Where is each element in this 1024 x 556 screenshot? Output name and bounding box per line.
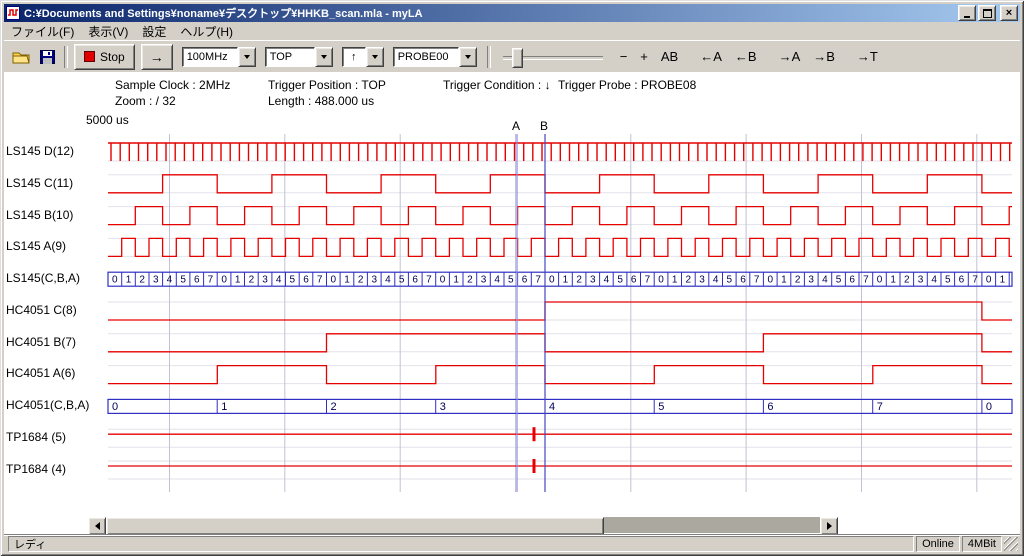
statusbar: レディ Online 4MBit: [4, 534, 1020, 553]
cursor-b-label: B: [540, 119, 548, 133]
open-folder-icon: [12, 50, 30, 64]
run-arrow-icon: →: [150, 49, 164, 65]
trigger-position-arrow[interactable]: [315, 47, 333, 67]
stop-button[interactable]: Stop: [74, 44, 135, 70]
channel-label-tp1684-4: TP1684 (4): [6, 462, 106, 478]
scroll-right-button[interactable]: [820, 517, 838, 535]
probe-select-arrow[interactable]: [459, 47, 477, 67]
toolbar-separator: [64, 46, 68, 68]
trigger-position-value: TOP: [265, 47, 315, 67]
stop-icon: [84, 51, 95, 62]
app-icon: [6, 6, 20, 20]
trigger-edge-select[interactable]: ↑: [342, 47, 384, 67]
length-text: Length : 488.000 us: [268, 94, 374, 108]
zoom-ab-button[interactable]: AB: [656, 47, 683, 66]
menu-file[interactable]: ファイル(F): [4, 22, 81, 41]
maximize-icon: [983, 9, 992, 18]
trigger-edge-value: ↑: [342, 47, 366, 67]
minimize-button[interactable]: [958, 5, 976, 21]
chevron-down-icon: [372, 55, 378, 59]
status-online: Online: [916, 536, 960, 552]
minimize-icon: [964, 16, 970, 18]
probe-select-value: PROBE00: [393, 47, 459, 67]
probe-select[interactable]: PROBE00: [393, 47, 477, 67]
menu-help[interactable]: ヘルプ(H): [173, 22, 240, 41]
close-icon: ×: [1006, 8, 1012, 18]
chevron-down-icon: [321, 55, 327, 59]
trigger-edge-arrow[interactable]: [366, 47, 384, 67]
clock-select-value: 100MHz: [182, 47, 238, 67]
app-window: C:¥Documents and Settings¥noname¥デスクトップ¥…: [0, 0, 1024, 556]
horizontal-scrollbar[interactable]: [88, 517, 838, 533]
channel-label-tp1684-5: TP1684 (5): [6, 430, 106, 446]
scrollbar-track[interactable]: [604, 517, 820, 533]
jump-left-b-button[interactable]: ←B: [730, 47, 762, 66]
jump-trigger-button[interactable]: →T: [852, 47, 883, 66]
channel-label-ls145-bus: LS145(C,B,A): [6, 271, 106, 287]
sample-clock-text: Sample Clock : 2MHz: [115, 78, 230, 92]
time-div-label: 5000 us: [86, 113, 129, 127]
jump-right-b-button[interactable]: →B: [808, 47, 840, 66]
zoom-slider[interactable]: [503, 46, 603, 68]
cursor-a-label: A: [512, 119, 520, 133]
channel-label-ls145-c11: LS145 C(11): [6, 176, 106, 192]
save-button[interactable]: [34, 45, 60, 69]
channel-label-hc4051-bus: HC4051(C,B,A): [6, 398, 106, 414]
toolbar-separator: [487, 46, 491, 68]
run-button[interactable]: →: [141, 44, 173, 70]
zoom-text: Zoom : / 32: [115, 94, 176, 108]
save-floppy-icon: [40, 50, 55, 64]
clock-select-arrow[interactable]: [238, 47, 256, 67]
close-button[interactable]: ×: [1000, 5, 1018, 21]
jump-right-a-button[interactable]: →A: [774, 47, 806, 66]
zoom-slider-thumb[interactable]: [512, 48, 523, 68]
scroll-right-icon: [827, 522, 832, 530]
zoom-out-button[interactable]: −: [615, 47, 633, 66]
status-ready: レディ: [8, 536, 914, 552]
waveform-client-area: [4, 72, 1020, 534]
resize-grip[interactable]: [1004, 537, 1018, 551]
channel-label-ls145-a9: LS145 A(9): [6, 239, 106, 255]
trigger-position-text: Trigger Position : TOP: [268, 78, 386, 92]
jump-left-a-button[interactable]: ←A: [695, 47, 727, 66]
channel-label-ls145-b10: LS145 B(10): [6, 208, 106, 224]
zoom-in-button[interactable]: +: [635, 47, 653, 66]
trigger-probe-text: Trigger Probe : PROBE08: [558, 78, 696, 92]
stop-label: Stop: [100, 50, 125, 64]
channel-label-ls145-d12: LS145 D(12): [6, 144, 106, 160]
clock-select[interactable]: 100MHz: [182, 47, 256, 67]
scroll-left-icon: [95, 522, 100, 530]
menubar: ファイル(F) 表示(V) 設定 ヘルプ(H): [4, 22, 1020, 40]
scroll-left-button[interactable]: [88, 517, 106, 535]
chevron-down-icon: [244, 55, 250, 59]
toolbar: Stop → 100MHz TOP ↑ PROBE00 − + AB ←A: [4, 40, 1020, 73]
window-title: C:¥Documents and Settings¥noname¥デスクトップ¥…: [24, 5, 958, 21]
chevron-down-icon: [465, 55, 471, 59]
titlebar[interactable]: C:¥Documents and Settings¥noname¥デスクトップ¥…: [4, 4, 1020, 22]
channel-label-hc4051-c8: HC4051 C(8): [6, 303, 106, 319]
channel-label-hc4051-a6: HC4051 A(6): [6, 366, 106, 382]
open-button[interactable]: [8, 45, 34, 69]
menu-settings[interactable]: 設定: [135, 22, 173, 41]
trigger-position-select[interactable]: TOP: [265, 47, 333, 67]
status-memory: 4MBit: [962, 536, 1002, 552]
scrollbar-thumb[interactable]: [106, 517, 604, 535]
channel-label-hc4051-b7: HC4051 B(7): [6, 335, 106, 351]
trigger-condition-text: Trigger Condition : ↓: [443, 78, 551, 92]
maximize-button[interactable]: [978, 5, 996, 21]
menu-view[interactable]: 表示(V): [81, 22, 135, 41]
